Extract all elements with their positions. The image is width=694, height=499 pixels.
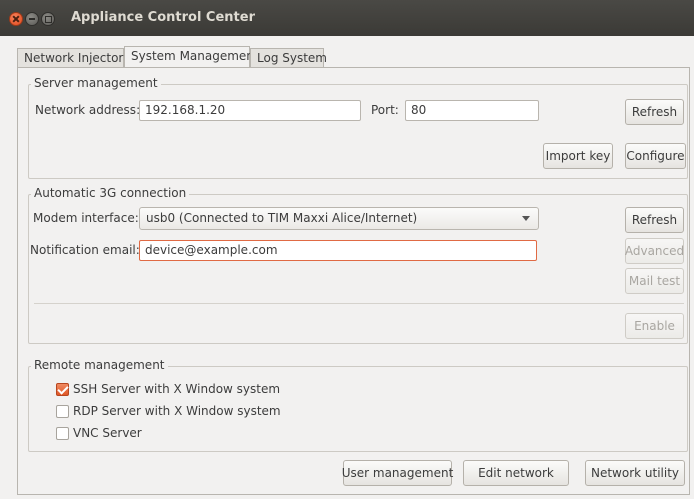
advanced-button[interactable]: Advanced <box>625 238 684 264</box>
rdp-server-label: RDP Server with X Window system <box>73 404 281 418</box>
vnc-server-checkbox[interactable]: VNC Server <box>56 425 256 443</box>
user-management-button[interactable]: User management <box>342 460 453 486</box>
server-refresh-button[interactable]: Refresh <box>625 99 684 125</box>
app-window: Appliance Control Center Network Injecto… <box>0 0 694 499</box>
maximize-window-icon[interactable] <box>41 12 55 26</box>
modem-interface-label: Modem interface: <box>33 211 139 225</box>
modem-refresh-button[interactable]: Refresh <box>625 207 684 233</box>
import-key-button[interactable]: Import key <box>543 143 613 169</box>
tab-system-management[interactable]: System Management <box>124 46 259 68</box>
port-label: Port: <box>371 103 399 117</box>
ssh-server-checkbox[interactable]: SSH Server with X Window system <box>56 381 356 399</box>
checkbox-checked-icon <box>56 383 69 396</box>
ssh-server-label: SSH Server with X Window system <box>73 382 281 396</box>
tab-log-system[interactable]: Log System <box>250 48 327 68</box>
divider <box>34 303 684 304</box>
notification-email-input[interactable]: device@example.com <box>139 240 537 261</box>
checkbox-unchecked-icon <box>56 405 69 418</box>
edit-network-button[interactable]: Edit network <box>463 460 569 486</box>
tab-network-injector[interactable]: Network Injector <box>17 48 124 68</box>
network-address-input[interactable]: 192.168.1.20 <box>139 100 361 121</box>
network-utility-button[interactable]: Network utility <box>585 460 685 486</box>
server-management-legend: Server management <box>31 76 161 90</box>
close-window-icon[interactable] <box>9 12 23 26</box>
title-bar: Appliance Control Center <box>0 0 694 36</box>
configure-button[interactable]: Configure <box>625 143 686 169</box>
network-address-label: Network address: <box>35 103 141 117</box>
checkbox-unchecked-icon <box>56 427 69 440</box>
chevron-down-icon <box>522 216 530 221</box>
mail-test-button[interactable]: Mail test <box>625 268 684 294</box>
modem-interface-select[interactable]: usb0 (Connected to TIM Maxxi Alice/Inter… <box>139 207 539 230</box>
port-input[interactable]: 80 <box>405 100 539 121</box>
minimize-window-icon[interactable] <box>25 12 39 26</box>
modem-interface-value: usb0 (Connected to TIM Maxxi Alice/Inter… <box>146 211 418 225</box>
automatic-3g-legend: Automatic 3G connection <box>31 186 190 200</box>
notification-email-label: Notification email: <box>30 243 140 257</box>
enable-button[interactable]: Enable <box>625 313 684 339</box>
window-title: Appliance Control Center <box>71 10 255 25</box>
vnc-server-label: VNC Server <box>73 426 142 440</box>
rdp-server-checkbox[interactable]: RDP Server with X Window system <box>56 403 356 421</box>
remote-management-legend: Remote management <box>31 358 168 372</box>
